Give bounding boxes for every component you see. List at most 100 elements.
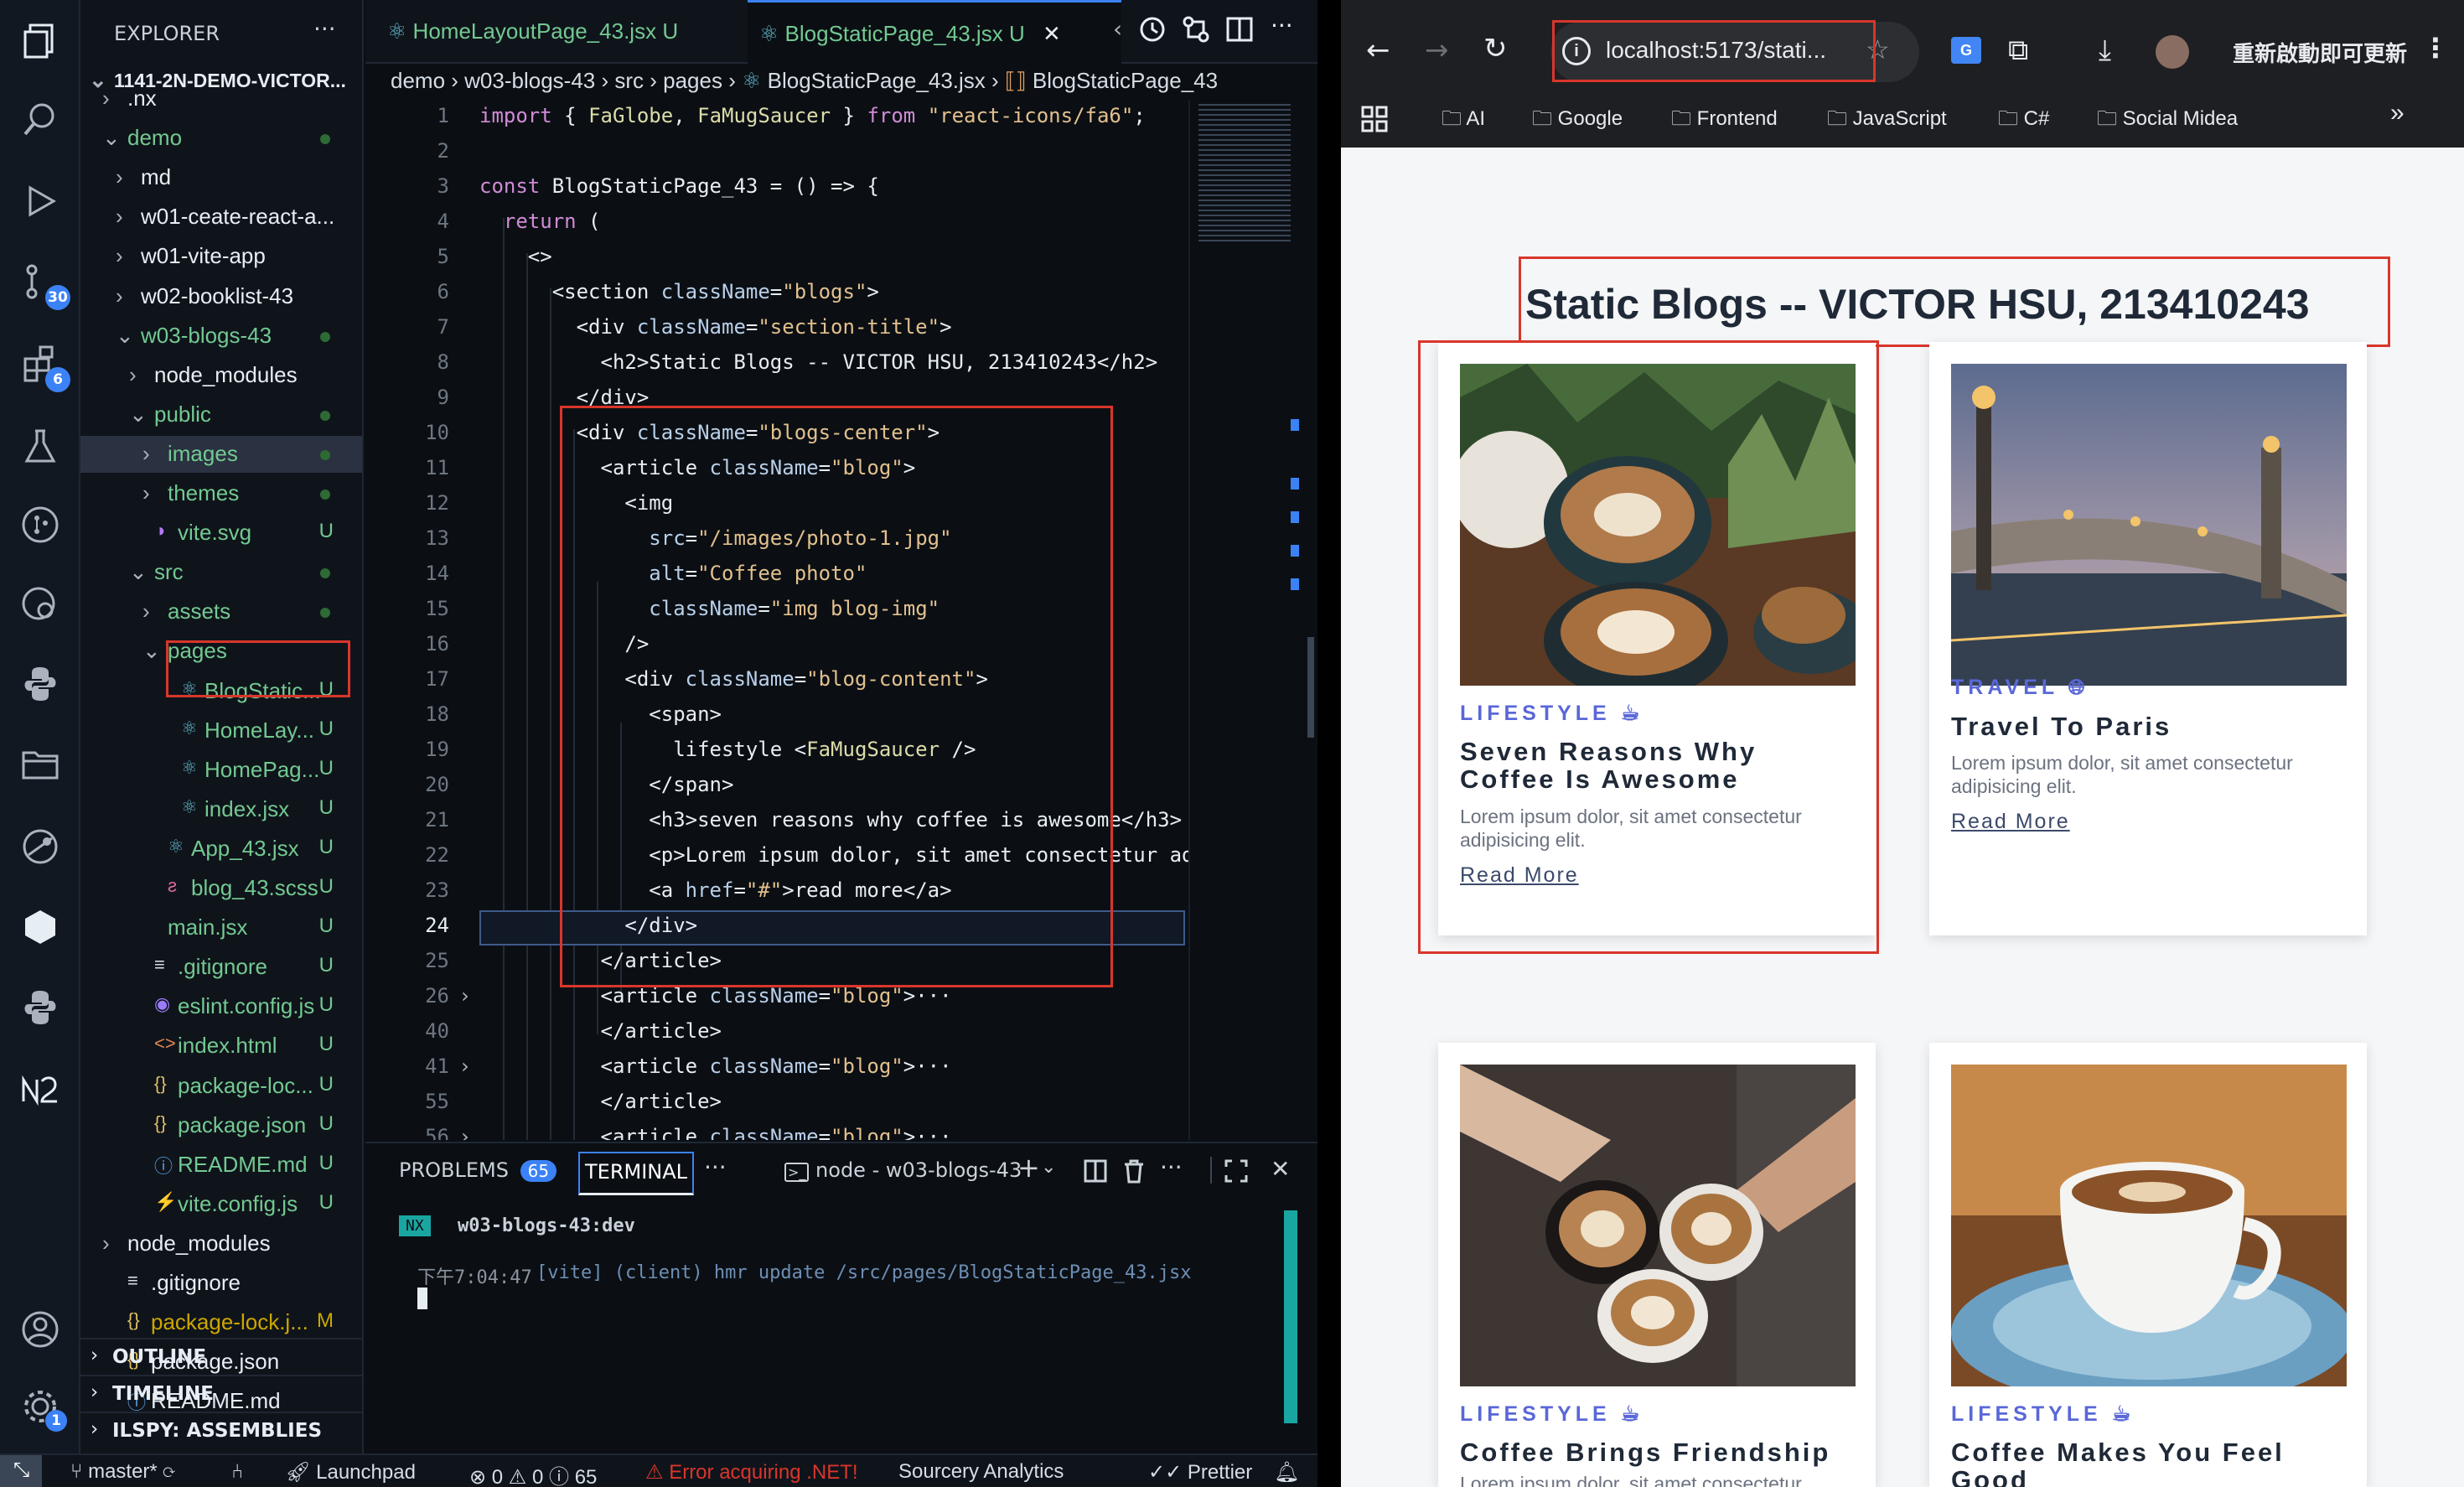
tree-item[interactable]: › node_modules bbox=[80, 357, 362, 394]
ilspy-section[interactable]: › ILSPY: ASSEMBLIES bbox=[80, 1412, 362, 1448]
tab-terminal[interactable]: TERMINAL bbox=[578, 1152, 695, 1195]
more-actions-icon[interactable]: ··· bbox=[1271, 12, 1293, 39]
tree-item[interactable]: ⌄ public bbox=[80, 396, 362, 433]
bookmark-google[interactable]: 🗀︎ Google bbox=[1532, 104, 1623, 138]
close-panel-icon[interactable]: ✕ bbox=[1271, 1155, 1290, 1183]
tree-item[interactable]: ⌄ demo bbox=[80, 120, 362, 157]
tree-item[interactable]: › images bbox=[80, 435, 362, 473]
bookmark-javascript[interactable]: 🗀︎ JavaScript bbox=[1827, 104, 1947, 138]
browser-menu-icon[interactable]: ⋮ bbox=[2422, 32, 2449, 64]
fold-chevron-icon[interactable]: › bbox=[454, 984, 471, 1008]
tree-item[interactable]: ⚛ App_43.jsx U bbox=[80, 831, 362, 868]
compare-changes-icon[interactable] bbox=[1182, 15, 1210, 44]
tree-item[interactable]: main.jsx U bbox=[80, 909, 362, 946]
update-button[interactable]: 重新啟動即可更新 bbox=[2233, 37, 2407, 68]
folder-icon[interactable] bbox=[20, 744, 60, 785]
timeline-history-icon[interactable] bbox=[1138, 15, 1167, 44]
tree-item[interactable]: › w01-vite-app bbox=[80, 238, 362, 275]
run-debug-icon[interactable] bbox=[20, 181, 60, 221]
explorer-more-button[interactable]: ··· bbox=[313, 15, 336, 43]
chevron-down-icon[interactable]: ⌄ bbox=[1041, 1157, 1056, 1178]
terminal-scrollbar[interactable] bbox=[1284, 1210, 1297, 1423]
maximize-panel-icon[interactable] bbox=[1224, 1158, 1249, 1184]
tree-item[interactable]: {} package-lock.j... M bbox=[80, 1304, 362, 1341]
tree-item[interactable]: › node_modules bbox=[80, 1225, 362, 1262]
download-icon[interactable]: ⤓ bbox=[2099, 34, 2111, 67]
api-client-icon[interactable] bbox=[20, 826, 60, 867]
bookmark-csharp[interactable]: 🗀︎ C# bbox=[1998, 104, 2049, 138]
trash-icon[interactable] bbox=[1121, 1158, 1147, 1184]
account-icon[interactable] bbox=[20, 1309, 60, 1350]
line-number: 22 bbox=[425, 843, 449, 867]
python-env-icon[interactable] bbox=[20, 987, 60, 1028]
tree-item[interactable]: › assets bbox=[80, 593, 362, 630]
tab-homelayout[interactable]: ⚛ HomeLayoutPage_43.jsx U bbox=[387, 0, 739, 64]
tree-item[interactable]: ⚛ index.jsx U bbox=[80, 791, 362, 828]
merge-icon[interactable]: ⑃ bbox=[231, 1460, 243, 1484]
hexagon-icon[interactable] bbox=[20, 907, 60, 947]
sourcery-analytics[interactable]: Sourcery Analytics bbox=[898, 1460, 1064, 1484]
tree-item[interactable]: ≡ .gitignore bbox=[80, 1265, 362, 1302]
tab-problems[interactable]: PROBLEMS 65 bbox=[399, 1158, 557, 1182]
tree-item[interactable]: › themes bbox=[80, 475, 362, 512]
tree-item[interactable]: › w02-booklist-43 bbox=[80, 278, 362, 315]
chevron-down-icon: ⌄ bbox=[142, 638, 161, 664]
search-icon[interactable] bbox=[20, 99, 60, 139]
prettier-indicator[interactable]: ✓✓ Prettier bbox=[1148, 1460, 1252, 1484]
fold-chevron-icon[interactable]: › bbox=[454, 1054, 471, 1078]
git-graph-icon[interactable] bbox=[20, 505, 60, 545]
timeline-section[interactable]: › TIMELINE bbox=[80, 1375, 362, 1412]
tree-item[interactable]: {} package-loc... U bbox=[80, 1068, 362, 1105]
tree-item[interactable]: <> index.html U bbox=[80, 1028, 362, 1065]
split-editor-icon[interactable] bbox=[1225, 15, 1254, 44]
outline-section[interactable]: › OUTLINE bbox=[80, 1338, 362, 1375]
tree-item[interactable]: {} package.json U bbox=[80, 1107, 362, 1144]
tree-item[interactable]: ƨ blog_43.scss U bbox=[80, 870, 362, 907]
tree-item[interactable]: ◑ vite.svg U bbox=[80, 515, 362, 552]
panel-more-icon[interactable]: ··· bbox=[704, 1153, 727, 1181]
launchpad-indicator[interactable]: 🚀︎ Launchpad bbox=[285, 1460, 416, 1484]
tree-item[interactable]: ⚛ HomePag... U bbox=[80, 752, 362, 789]
tree-item[interactable]: ⚡ vite.config.js U bbox=[80, 1186, 362, 1223]
tree-item[interactable]: › md bbox=[80, 159, 362, 196]
dotnet-error[interactable]: ⚠ Error acquiring .NET! bbox=[645, 1460, 858, 1484]
notifications-bell-icon[interactable]: 🔔︎ bbox=[1274, 1460, 1299, 1484]
tree-item[interactable]: ≡ .gitignore U bbox=[80, 949, 362, 986]
chevron-left-icon[interactable]: ‹ bbox=[1113, 15, 1122, 43]
forward-arrow-icon[interactable]: → bbox=[1425, 34, 1449, 67]
tree-item[interactable]: ⓘ README.md U bbox=[80, 1147, 362, 1184]
tab-blogstatic[interactable]: ⚛ BlogStaticPage_43.jsx U ✕ bbox=[748, 0, 1121, 64]
read-more-link[interactable]: Read More bbox=[1951, 810, 2070, 834]
branch-indicator[interactable]: ⑂ master* ⟳ bbox=[70, 1460, 175, 1484]
remote-indicator-icon[interactable]: ⤡ bbox=[0, 1455, 42, 1487]
problems-indicator[interactable]: ⊗ 0 ⚠ 0 ⓘ 65 bbox=[469, 1460, 597, 1487]
testing-icon[interactable] bbox=[20, 426, 60, 466]
bookmark-ai[interactable]: 🗀︎ AI bbox=[1442, 104, 1485, 138]
close-tab-icon[interactable]: ✕ bbox=[1043, 21, 1061, 46]
explorer-icon[interactable] bbox=[20, 20, 60, 60]
back-arrow-icon[interactable]: ← bbox=[1366, 34, 1390, 67]
bookmark-frontend[interactable]: 🗀︎ Frontend bbox=[1671, 104, 1778, 138]
terminal-instance[interactable]: >_ node - w03-blogs-43 bbox=[784, 1158, 1022, 1182]
apps-grid-icon[interactable] bbox=[1361, 106, 1388, 132]
tree-item[interactable]: ⌄ w03-blogs-43 bbox=[80, 318, 362, 355]
tree-item[interactable]: ◉ eslint.config.js U bbox=[80, 988, 362, 1025]
tree-item[interactable]: ⚛ HomeLay... U bbox=[80, 712, 362, 749]
terminal-more-icon[interactable]: ··· bbox=[1160, 1153, 1183, 1181]
bookmarks-overflow-icon[interactable]: » bbox=[2390, 99, 2404, 127]
new-terminal-icon[interactable]: + bbox=[1017, 1152, 1040, 1184]
nx-console-icon[interactable] bbox=[20, 1070, 60, 1110]
tree-item[interactable]: › w01-ceate-react-a... bbox=[80, 199, 362, 236]
tree-item[interactable]: › .nx bbox=[80, 80, 362, 117]
remote-explorer-icon[interactable] bbox=[20, 583, 60, 624]
tree-item[interactable]: ⌄ src bbox=[80, 554, 362, 591]
reload-icon[interactable]: ↻ bbox=[1483, 32, 1508, 65]
python-icon[interactable] bbox=[20, 664, 60, 704]
bookmark-social[interactable]: 🗀︎ Social Midea bbox=[2097, 104, 2238, 138]
split-terminal-icon[interactable] bbox=[1083, 1158, 1108, 1184]
translate-icon[interactable]: G bbox=[1951, 37, 1981, 64]
extensions-puzzle-icon[interactable]: ⧉ bbox=[2008, 34, 2028, 67]
minimap[interactable] bbox=[1188, 101, 1317, 1140]
fold-chevron-icon[interactable]: › bbox=[454, 1125, 471, 1140]
avatar[interactable] bbox=[2156, 35, 2189, 69]
